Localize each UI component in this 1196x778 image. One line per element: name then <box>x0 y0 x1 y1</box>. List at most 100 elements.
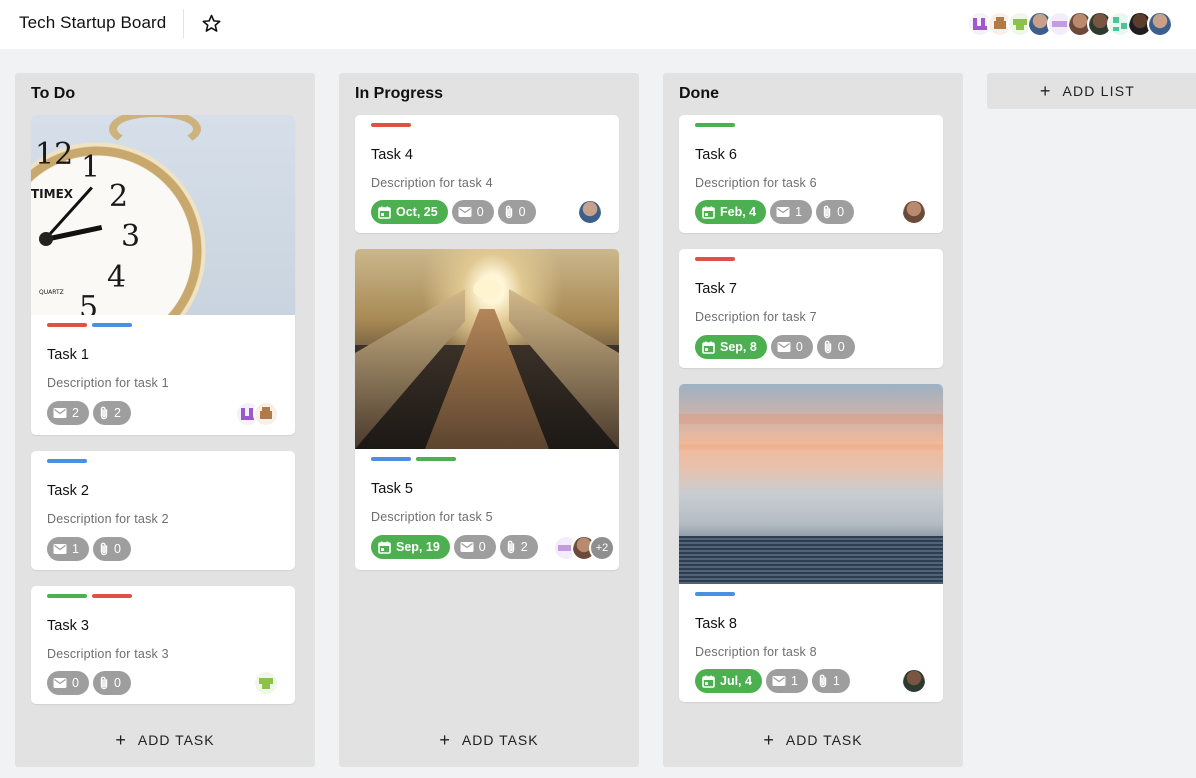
calendar-icon <box>702 341 715 354</box>
mail-icon <box>772 676 786 686</box>
mail-icon <box>53 408 67 418</box>
card-title: Task 7 <box>695 281 737 297</box>
card-labels <box>47 323 137 327</box>
mail-icon <box>777 342 791 352</box>
attachments-badge: 2 <box>92 401 131 425</box>
label-red <box>371 123 411 127</box>
label-blue <box>92 323 132 327</box>
mail-icon <box>458 207 472 217</box>
comments-badge: 0 <box>451 200 494 224</box>
attachments-badge: 0 <box>92 671 131 695</box>
mail-icon <box>53 544 67 554</box>
plus-icon: + <box>763 729 774 750</box>
member-avatar <box>577 199 603 225</box>
member-avatar[interactable] <box>1147 11 1173 37</box>
card-description: Description for task 3 <box>47 647 169 661</box>
paperclip-icon <box>100 542 108 556</box>
attachments-badge: 2 <box>499 535 538 559</box>
card-labels <box>695 257 740 261</box>
card-labels <box>371 123 416 127</box>
card-cover-image: 12 1 2 3 4 5 TIMEX QUARTZ <box>31 115 295 315</box>
card-title: Task 5 <box>371 481 413 497</box>
label-blue <box>695 592 735 596</box>
due-date-badge: Feb, 4 <box>695 200 767 224</box>
card-badges: Sep, 8 0 0 <box>695 335 859 359</box>
plus-icon: + <box>115 729 126 750</box>
card-badges: Jul, 4 1 1 <box>695 669 854 693</box>
list-title[interactable]: Done <box>679 85 719 103</box>
card-members <box>577 199 603 225</box>
star-board-button[interactable] <box>200 12 223 35</box>
label-green <box>47 594 87 598</box>
card-labels <box>695 123 740 127</box>
card-labels <box>695 592 740 596</box>
add-task-button[interactable]: + ADD TASK <box>15 729 315 751</box>
list-title[interactable]: In Progress <box>355 85 443 103</box>
calendar-icon <box>378 541 391 554</box>
more-members-badge: +2 <box>589 535 615 561</box>
comments-badge: 1 <box>47 537 89 561</box>
label-blue <box>371 457 411 461</box>
paperclip-icon <box>823 205 831 219</box>
card-members: +2 <box>553 535 615 561</box>
label-red <box>92 594 132 598</box>
paperclip-icon <box>100 676 108 690</box>
card-description: Description for task 8 <box>695 645 817 659</box>
comments-badge: 2 <box>47 401 89 425</box>
card-description: Description for task 4 <box>371 176 493 190</box>
calendar-icon <box>702 206 715 219</box>
list-in-progress: In Progress Task 4 Description for task … <box>339 73 639 767</box>
due-date-badge: Sep, 19 <box>371 535 450 559</box>
card-title: Task 2 <box>47 483 89 499</box>
card-cover-image <box>355 249 619 449</box>
add-task-button[interactable]: + ADD TASK <box>339 729 639 751</box>
due-date-badge: Sep, 8 <box>695 335 767 359</box>
attachments-badge: 1 <box>811 669 850 693</box>
task-card[interactable]: Task 5 Description for task 5 Sep, 19 0 … <box>355 249 619 570</box>
list-to-do: To Do 12 1 2 3 4 5 TIMEX QUARTZ Task 1 D… <box>15 73 315 767</box>
paperclip-icon <box>819 674 827 688</box>
card-badges: 2 2 <box>47 401 135 425</box>
paperclip-icon <box>100 406 108 420</box>
card-labels <box>47 594 137 598</box>
due-date-badge: Jul, 4 <box>695 669 762 693</box>
member-avatar <box>901 199 927 225</box>
add-list-button[interactable]: + ADD LIST <box>987 73 1196 109</box>
comments-badge: 0 <box>453 535 496 559</box>
card-labels <box>371 457 461 461</box>
task-card[interactable]: Task 2 Description for task 2 1 0 <box>31 451 295 570</box>
mail-icon <box>776 207 790 217</box>
member-avatar <box>253 670 279 696</box>
list-title[interactable]: To Do <box>31 85 75 103</box>
paperclip-icon <box>824 340 831 354</box>
member-avatar <box>901 668 927 694</box>
attachments-badge: 0 <box>816 200 855 224</box>
task-card[interactable]: Task 6 Description for task 6 Feb, 4 1 0 <box>679 115 943 233</box>
card-badges: Sep, 19 0 2 <box>371 535 542 559</box>
task-card[interactable]: 12 1 2 3 4 5 TIMEX QUARTZ Task 1 Descrip… <box>31 115 295 435</box>
paperclip-icon <box>505 205 512 219</box>
calendar-icon <box>378 206 391 219</box>
task-card[interactable]: Task 8 Description for task 8 Jul, 4 1 1 <box>679 384 943 702</box>
task-card[interactable]: Task 3 Description for task 3 0 0 <box>31 586 295 704</box>
mail-icon <box>460 542 474 552</box>
task-card[interactable]: Task 7 Description for task 7 Sep, 8 0 0 <box>679 249 943 368</box>
due-date-badge: Oct, 25 <box>371 200 448 224</box>
comments-badge: 1 <box>770 200 813 224</box>
card-badges: Feb, 4 1 0 <box>695 200 858 224</box>
mail-icon <box>53 678 67 688</box>
attachments-badge: 0 <box>92 537 131 561</box>
task-card[interactable]: Task 4 Description for task 4 Oct, 25 0 … <box>355 115 619 233</box>
comments-badge: 1 <box>765 669 808 693</box>
card-description: Description for task 1 <box>47 376 169 390</box>
card-title: Task 1 <box>47 347 89 363</box>
board-title[interactable]: Tech Startup Board <box>19 13 166 33</box>
star-outline-icon <box>202 14 221 32</box>
card-members <box>235 401 279 427</box>
card-description: Description for task 2 <box>47 512 169 526</box>
card-title: Task 6 <box>695 147 737 163</box>
card-title: Task 4 <box>371 147 413 163</box>
add-task-button[interactable]: + ADD TASK <box>663 729 963 751</box>
board-header: Tech Startup Board <box>0 0 1196 49</box>
card-description: Description for task 7 <box>695 310 817 324</box>
